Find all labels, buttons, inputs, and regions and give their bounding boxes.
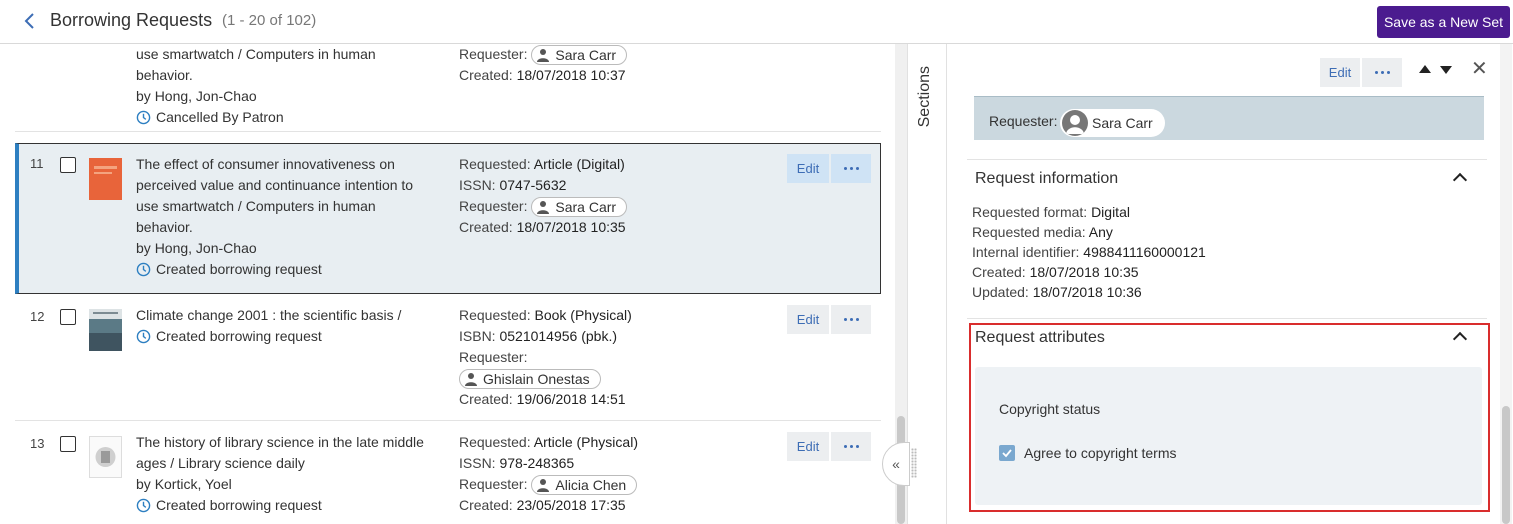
avatar: [1062, 110, 1088, 136]
next-record-icon[interactable]: [1440, 66, 1452, 74]
requester-chip[interactable]: Sara Carr: [531, 45, 628, 66]
request-attributes-title[interactable]: Request attributes: [975, 329, 1105, 347]
list-item-selected[interactable]: 11 The effect of consumer innovativeness…: [15, 143, 881, 294]
edit-button[interactable]: Edit: [787, 432, 829, 461]
item-details: Requester: Sara Carr Created: 18/07/2018…: [459, 45, 628, 84]
item-status: Created borrowing request: [136, 326, 441, 347]
copyright-status-label: Copyright status: [999, 401, 1101, 417]
item-thumbnail: [89, 436, 122, 478]
request-information-fields: Requested format: Digital Requested medi…: [972, 204, 1206, 300]
row-checkbox[interactable]: [60, 157, 76, 173]
page-title: Borrowing Requests: [50, 10, 213, 30]
item-title[interactable]: The history of library science in the la…: [136, 432, 441, 516]
section-divider: [967, 318, 1487, 319]
checkmark-icon: [1002, 449, 1012, 458]
more-icon: [843, 445, 859, 448]
more-icon: [843, 318, 859, 321]
more-icon: [1374, 71, 1390, 74]
item-title[interactable]: The effect of consumer innovativeness on…: [136, 154, 441, 280]
requester-chip[interactable]: Alicia Chen: [531, 475, 638, 496]
double-chevron-left-icon: «: [892, 456, 900, 472]
more-actions-button[interactable]: [831, 305, 871, 334]
list-item[interactable]: 13 The history of library science in the…: [15, 421, 881, 524]
item-thumbnail: [89, 158, 122, 200]
clock-icon: [136, 110, 151, 125]
item-thumbnail: [89, 309, 122, 351]
close-icon[interactable]: ✕: [1471, 59, 1488, 79]
request-attributes-box: Copyright status Agree to copyright term…: [975, 367, 1482, 505]
requester-chip[interactable]: Sara Carr: [531, 197, 628, 218]
details-panel: Edit ✕ Requester: Sara Carr Request info…: [947, 44, 1513, 524]
item-title[interactable]: use smartwatch / Computers in human beha…: [136, 44, 441, 128]
item-author: by Kortick, Yoel: [136, 476, 232, 492]
row-checkbox[interactable]: [60, 309, 76, 325]
item-status: Created borrowing request: [136, 259, 441, 280]
agree-copyright-checkbox[interactable]: [999, 445, 1015, 461]
item-author: by Hong, Jon-Chao: [136, 240, 257, 256]
chevron-up-icon[interactable]: [1452, 172, 1468, 188]
person-icon: [537, 479, 550, 493]
panel-scrollbar-thumb[interactable]: [1502, 406, 1510, 524]
clock-icon: [136, 262, 151, 277]
item-status: Cancelled By Patron: [136, 107, 441, 128]
item-details: Requested: Article (Physical) ISSN: 978-…: [459, 434, 638, 514]
item-status: Created borrowing request: [136, 495, 441, 516]
section-divider: [967, 159, 1487, 160]
row-number: 13: [30, 436, 45, 451]
row-number: 11: [30, 156, 44, 171]
edit-button[interactable]: Edit: [787, 154, 829, 183]
request-list: use smartwatch / Computers in human beha…: [0, 44, 895, 524]
page-header: Borrowing Requests (1 - 20 of 102) Save …: [0, 0, 1513, 44]
person-icon: [537, 201, 550, 215]
panel-edit-button[interactable]: Edit: [1320, 58, 1360, 87]
item-details: Requested: Article (Digital) ISSN: 0747-…: [459, 156, 628, 236]
requester-bar: Requester: Sara Carr: [974, 96, 1484, 140]
more-actions-button[interactable]: [831, 154, 871, 183]
item-details: Requested: Book (Physical) ISBN: 0521014…: [459, 307, 632, 408]
resize-handle-icon[interactable]: [911, 448, 917, 478]
agree-copyright-option[interactable]: Agree to copyright terms: [999, 445, 1177, 461]
request-information-title[interactable]: Request information: [975, 170, 1118, 188]
chevron-left-icon: [24, 13, 34, 29]
edit-button[interactable]: Edit: [787, 305, 829, 334]
requester-label: Requester:: [989, 113, 1058, 129]
clock-icon: [136, 329, 151, 344]
requester-chip[interactable]: Sara Carr: [1060, 109, 1165, 137]
result-count: (1 - 20 of 102): [222, 12, 317, 29]
row-number: 12: [30, 309, 45, 324]
save-as-new-set-button[interactable]: Save as a New Set: [1377, 6, 1510, 38]
requester-chip[interactable]: Ghislain Onestas: [459, 369, 601, 390]
list-item[interactable]: use smartwatch / Computers in human beha…: [15, 44, 881, 132]
panel-more-button[interactable]: [1362, 58, 1402, 87]
row-checkbox[interactable]: [60, 436, 76, 452]
clock-icon: [136, 498, 151, 513]
back-button[interactable]: [20, 9, 40, 33]
item-author: by Hong, Jon-Chao: [136, 88, 257, 104]
person-icon: [537, 49, 550, 63]
more-actions-button[interactable]: [831, 432, 871, 461]
person-icon: [465, 373, 477, 387]
list-item[interactable]: 12 Climate change 2001 : the scientific …: [15, 294, 881, 421]
panel-scrollbar[interactable]: [1500, 44, 1512, 524]
sections-label: Sections: [916, 66, 933, 128]
more-icon: [843, 167, 859, 170]
previous-record-icon[interactable]: [1419, 65, 1431, 73]
item-title[interactable]: Climate change 2001 : the scientific bas…: [136, 305, 441, 347]
